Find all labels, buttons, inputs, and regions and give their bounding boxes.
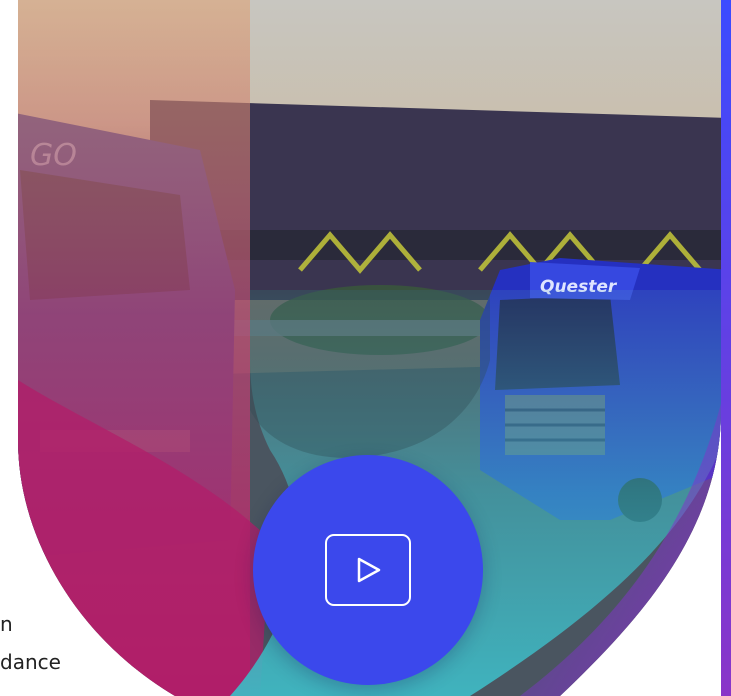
accent-band <box>721 0 731 696</box>
play-icon <box>357 557 381 583</box>
play-video-button[interactable] <box>253 455 483 685</box>
play-icon-frame <box>325 534 411 606</box>
video-hero: n dance Quester <box>0 0 731 696</box>
